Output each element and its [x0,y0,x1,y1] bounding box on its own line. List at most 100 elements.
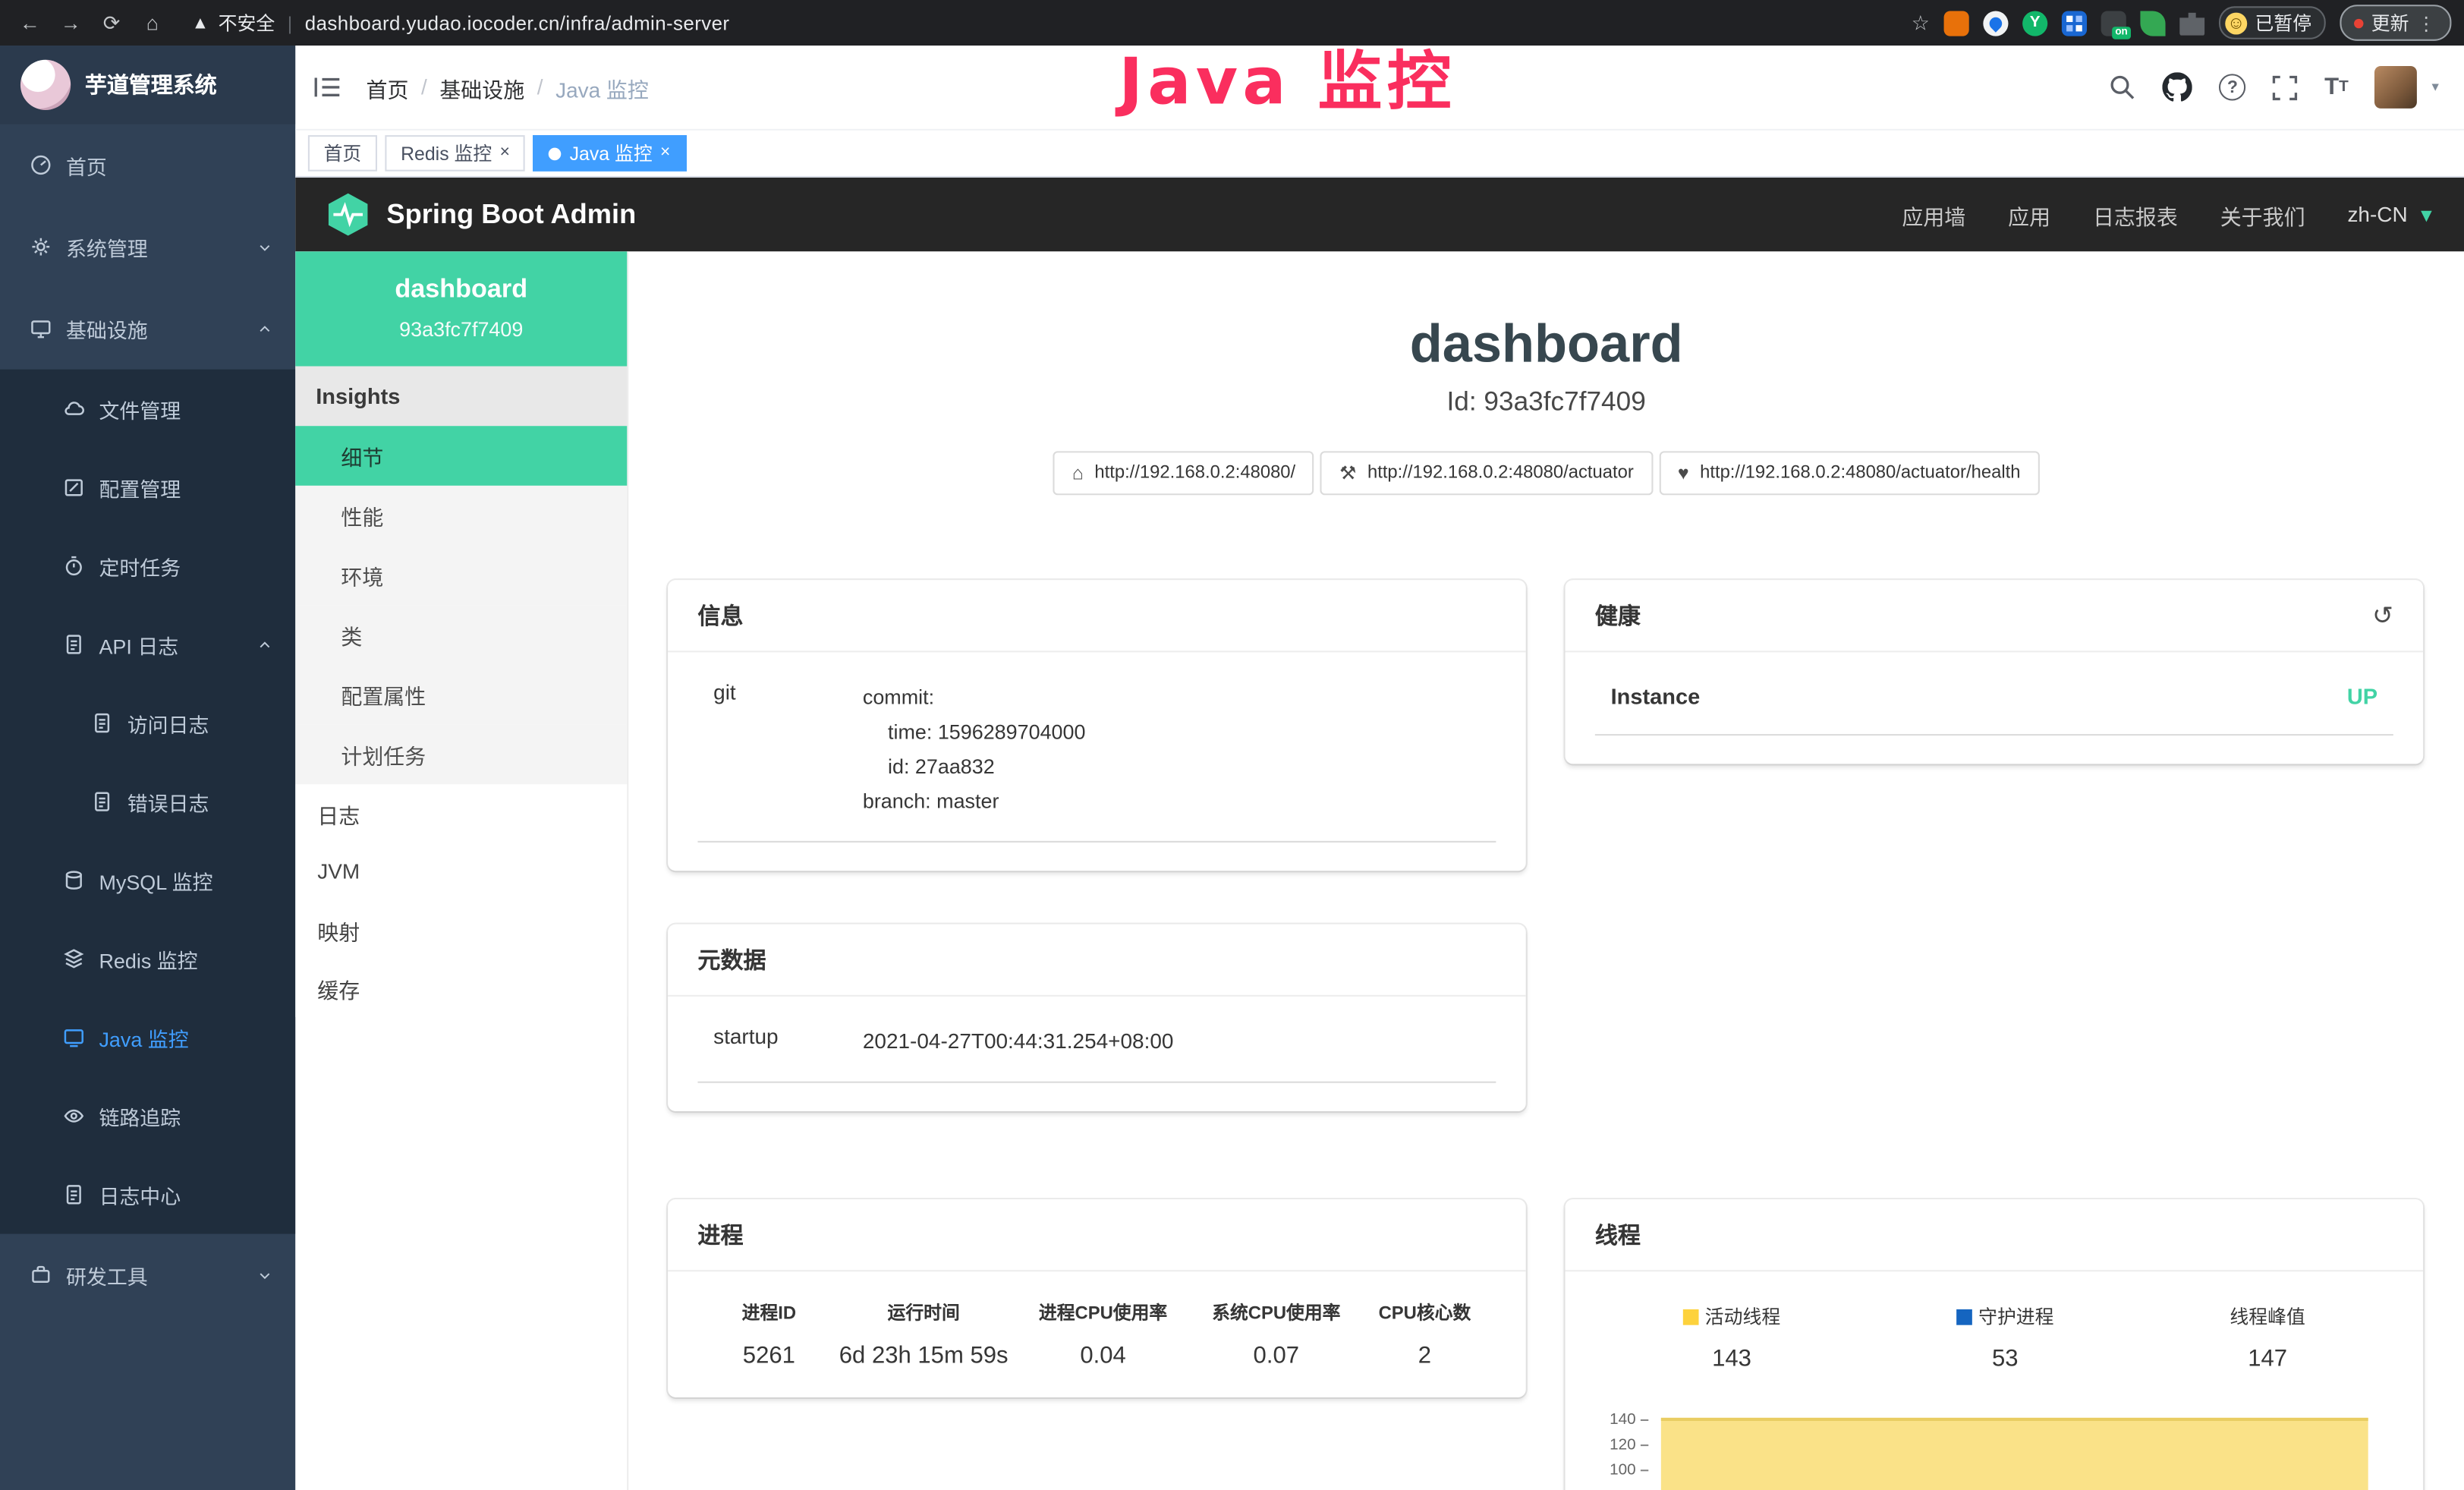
sba-instance-header[interactable]: dashboard 93a3fc7f7409 [295,251,627,366]
breadcrumb-infrastructure[interactable]: 基础设施 [439,71,524,102]
sidebar-item-infrastructure[interactable]: 基础设施 [0,288,295,370]
font-size-icon[interactable]: TT [2324,74,2349,100]
bookmark-star-icon[interactable]: ☆ [1912,10,1930,35]
sidebar-item-java-monitor[interactable]: Java 监控 [0,998,295,1077]
fullscreen-icon[interactable] [2273,74,2298,99]
update-button[interactable]: 更新 ⋮ [2340,5,2451,41]
service-url-link[interactable]: ⌂ http://192.168.0.2:48080/ [1053,452,1314,496]
ytick-100: 100 [1610,1462,1636,1479]
sba-item-environment[interactable]: 环境 [295,546,627,606]
home-button[interactable]: ⌂ [135,11,170,34]
health-card: 健康 ↺ Instance UP [1566,580,2424,764]
sidebar-item-system-mgmt[interactable]: 系统管理 [0,206,295,288]
profile-paused-badge[interactable]: ☺ 已暂停 [2219,6,2326,39]
sidebar-item-file-mgmt[interactable]: 文件管理 [0,370,295,449]
health-url-link[interactable]: ♥ http://192.168.0.2:48080/actuator/heal… [1659,452,2039,496]
user-avatar[interactable] [2375,66,2418,109]
legend-value: 53 [1956,1346,2053,1372]
tab-redis-monitor[interactable]: Redis 监控 × [385,135,525,172]
sba-nav: 应用墙 应用 日志报表 关于我们 zh-CN ▼ [1902,199,2435,230]
tab-home[interactable]: 首页 [308,135,377,172]
extension-orange-icon[interactable] [1944,10,1969,35]
screen: ← → ⟳ ⌂ ▲ 不安全 | dashboard.yudao.iocoder.… [0,0,2464,1490]
app-logo[interactable]: 芋道管理系统 [0,46,295,124]
actuator-url-link[interactable]: ⚒ http://192.168.0.2:48080/actuator [1320,452,1652,496]
active-threads-swatch [1683,1309,1699,1325]
sba-item-metrics[interactable]: 性能 [295,486,627,546]
sidebar-item-access-logs[interactable]: 访问日志 [0,684,295,763]
back-button[interactable]: ← [13,11,48,34]
extension-on-icon[interactable]: on [2101,10,2126,35]
extension-drop-icon[interactable] [1983,10,2008,35]
process-val-uptime: 6d 23h 15m 59s [831,1343,1017,1369]
tab-label: 首页 [324,140,362,166]
threads-chart: 140 120 100 [1595,1413,2393,1490]
help-icon[interactable]: ? [2219,74,2245,100]
refresh-button[interactable]: ⟳ [94,10,129,35]
sba-item-mappings[interactable]: 映射 [295,901,627,959]
sidebar-item-trace[interactable]: 链路追踪 [0,1076,295,1155]
sidebar-item-config-mgmt[interactable]: 配置管理 [0,448,295,527]
sba-nav-about[interactable]: 关于我们 [2220,199,2305,230]
sidebar-item-api-logs[interactable]: API 日志 [0,605,295,684]
document-icon [91,712,113,734]
extensions-puzzle-icon[interactable] [2179,10,2204,35]
address-bar[interactable]: ▲ 不安全 | dashboard.yudao.iocoder.cn/infra… [192,9,1905,36]
ytick-140: 140 [1610,1412,1636,1429]
browser-toolbar-right: ☆ Y on ☺ 已暂停 更新 ⋮ [1912,5,2452,41]
history-icon[interactable]: ↺ [2372,600,2393,631]
threads-card: 线程 活动线程 143 [1566,1199,2424,1490]
sba-item-details[interactable]: 细节 [295,426,627,486]
user-caret-icon[interactable]: ▾ [2431,79,2438,96]
sba-sidebar: dashboard 93a3fc7f7409 Insights 细节 性能 环境… [295,251,628,1490]
sidebar-toggle-icon[interactable] [314,75,341,99]
forward-button[interactable]: → [53,11,88,34]
actuator-url-text: http://192.168.0.2:48080/actuator [1367,464,1634,483]
process-col-cores: CPU核心数 [1363,1300,1487,1325]
document-icon [91,791,113,813]
timer-icon [63,555,85,577]
sidebar-item-home[interactable]: 首页 [0,124,295,206]
extension-grid-icon[interactable] [2062,10,2087,35]
sidebar-item-label: API 日志 [99,629,178,659]
sidebar-item-mysql-monitor[interactable]: MySQL 监控 [0,841,295,920]
sidebar-item-scheduled-tasks[interactable]: 定时任务 [0,527,295,606]
update-label: 更新 [2371,9,2409,36]
sba-item-scheduled-tasks[interactable]: 计划任务 [295,725,627,785]
sidebar-item-error-logs[interactable]: 错误日志 [0,762,295,841]
security-label: 不安全 [219,9,275,36]
sidebar-item-label: Java 监控 [99,1022,188,1052]
github-icon[interactable] [2163,72,2192,102]
legend-label: 线程峰值 [2230,1303,2305,1330]
sba-nav-wallboard[interactable]: 应用墙 [1902,199,1965,230]
sidebar-item-redis-monitor[interactable]: Redis 监控 [0,919,295,998]
browser-menu-icon[interactable]: ⋮ [2417,12,2437,34]
sba-brand[interactable]: Spring Boot Admin [327,192,636,238]
sba-nav-applications[interactable]: 应用 [2008,199,2050,230]
breadcrumb-home[interactable]: 首页 [366,71,408,102]
tab-close-icon[interactable]: × [500,145,510,162]
process-col-syscpu: 系统CPU使用率 [1190,1300,1363,1325]
extension-leaf-icon[interactable] [2140,10,2165,35]
edit-icon [63,476,85,498]
sba-item-caches[interactable]: 缓存 [295,959,627,1017]
search-icon[interactable] [2109,74,2135,100]
sidebar-item-log-center[interactable]: 日志中心 [0,1155,295,1234]
sba-nav-journal[interactable]: 日志报表 [2093,199,2178,230]
breadcrumb-separator: / [421,75,427,99]
tab-close-icon[interactable]: × [660,145,670,162]
tab-java-monitor[interactable]: Java 监控 × [533,135,686,172]
sba-item-jvm[interactable]: JVM [295,843,627,901]
sba-locale-select[interactable]: zh-CN ▼ [2347,203,2435,226]
sba-item-classes[interactable]: 类 [295,605,627,665]
sba-item-logs[interactable]: 日志 [295,784,627,843]
process-table: 进程ID 5261 运行时间 6d 23h 15m 59s [697,1300,1496,1369]
dashboard-icon [30,154,52,176]
sidebar-item-dev-tools[interactable]: 研发工具 [0,1234,295,1316]
sidebar-item-label: 日志中心 [99,1180,181,1209]
threads-plot-area [1661,1418,2368,1490]
extension-green-icon[interactable]: Y [2022,10,2047,35]
sba-app-id: 93a3fc7f7409 [308,317,615,341]
instance-health-row[interactable]: Instance UP [1595,681,2393,736]
sba-item-config-props[interactable]: 配置属性 [295,665,627,725]
